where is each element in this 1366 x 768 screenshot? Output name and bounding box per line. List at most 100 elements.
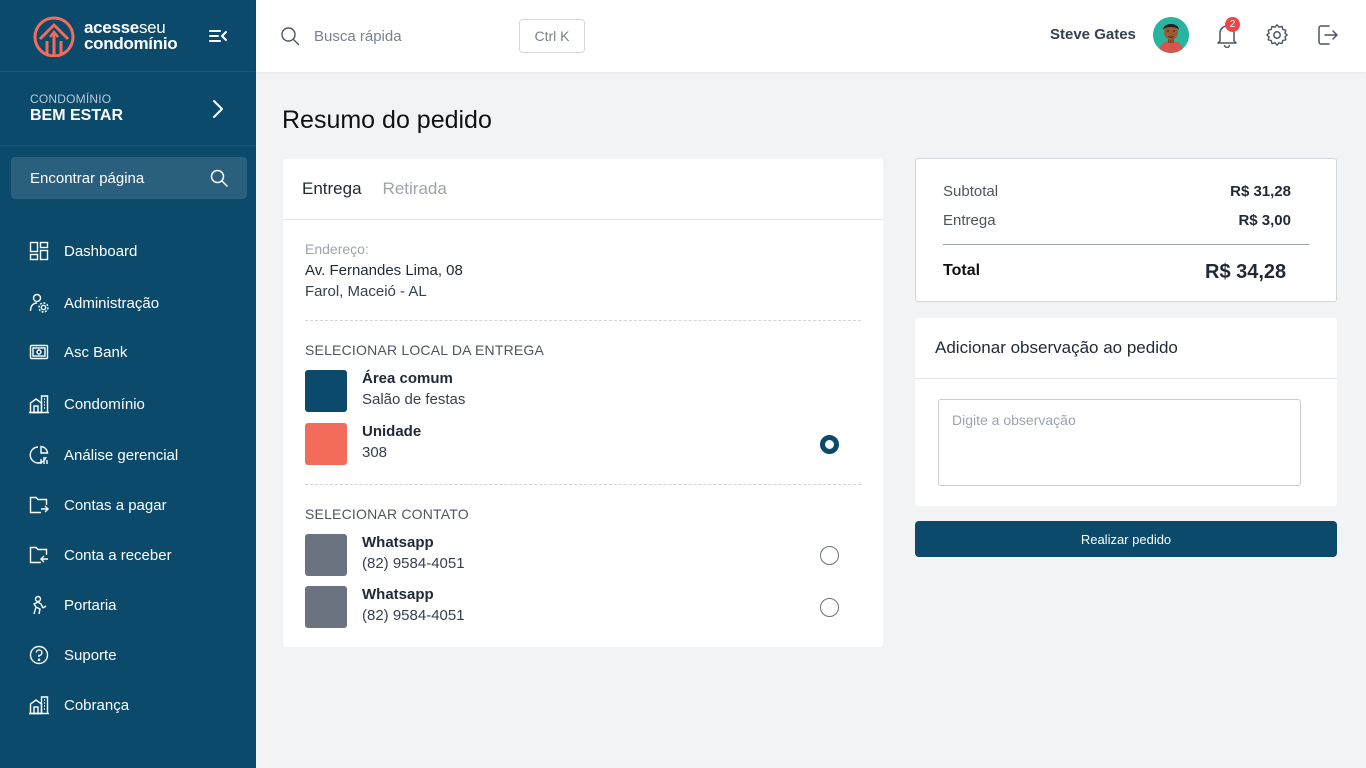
- observation-card: Adicionar observação ao pedido: [915, 318, 1337, 506]
- user-avatar-icon: [1153, 17, 1189, 53]
- option-subtitle: (82) 9584-4051: [362, 555, 465, 572]
- collapse-menu-icon[interactable]: [208, 26, 228, 46]
- sidebar: acesseseu condomínio CONDOMÍNIO BEM ESTA…: [0, 0, 256, 768]
- delivery-option-area-comum[interactable]: Área comum Salão de festas: [305, 370, 861, 412]
- avatar[interactable]: [1153, 17, 1189, 53]
- address-line1: Av. Fernandes Lima, 08: [305, 262, 463, 279]
- contact-option-whatsapp-1[interactable]: Whatsapp (82) 9584-4051: [305, 534, 861, 576]
- admin-gear-icon: [29, 293, 49, 313]
- option-subtitle: 308: [362, 444, 388, 461]
- subtotal-value: R$ 31,28: [1230, 183, 1291, 200]
- delivery-fee-row: Entrega R$ 3,00: [943, 212, 1291, 229]
- nav-label: Suporte: [64, 646, 117, 664]
- condo-selector[interactable]: CONDOMÍNIO BEM ESTAR: [0, 72, 256, 146]
- observation-textarea[interactable]: [938, 399, 1301, 486]
- divider: [305, 320, 861, 321]
- radio-unidade[interactable]: [820, 435, 839, 454]
- folder-out-icon: [29, 496, 49, 514]
- subtotal-label: Subtotal: [943, 183, 999, 200]
- quick-search-input[interactable]: [314, 22, 514, 50]
- delivery-location-heading: SELECIONAR LOCAL DA ENTREGA: [305, 342, 545, 358]
- find-page-label: Encontrar página: [30, 169, 145, 187]
- divider: [305, 484, 861, 485]
- delivery-fee-label: Entrega: [943, 212, 996, 229]
- page-title: Resumo do pedido: [282, 106, 492, 134]
- contact-heading: SELECIONAR CONTATO: [305, 506, 469, 522]
- nav-label: Dashboard: [64, 242, 138, 260]
- divider: [943, 244, 1309, 245]
- billing-building-icon: [29, 696, 49, 715]
- sidebar-nav: Dashboard Administração Asc Bank Condomí…: [0, 226, 256, 734]
- option-title: Whatsapp: [362, 586, 434, 603]
- nav-item-administracao[interactable]: Administração: [0, 276, 256, 330]
- option-title: Unidade: [362, 423, 422, 440]
- nav-item-suporte[interactable]: Suporte: [0, 634, 256, 676]
- total-value: R$ 34,28: [1205, 261, 1287, 283]
- option-title: Whatsapp: [362, 534, 434, 551]
- condo-info: CONDOMÍNIO BEM ESTAR: [30, 92, 123, 125]
- nav-item-cobranca[interactable]: Cobrança: [0, 676, 256, 734]
- option-color-swatch: [305, 370, 347, 412]
- radio-contact-1[interactable]: [820, 546, 839, 565]
- chevron-right-icon: [213, 99, 223, 118]
- address-caption: Endereço:: [305, 241, 369, 257]
- nav-item-asc-bank[interactable]: Asc Bank: [0, 330, 256, 374]
- nav-item-portaria[interactable]: Portaria: [0, 576, 256, 634]
- nav-label: Cobrança: [64, 696, 130, 714]
- nav-label: Asc Bank: [64, 343, 128, 361]
- keyboard-shortcut-hint: Ctrl K: [519, 19, 585, 53]
- option-color-swatch: [305, 423, 347, 465]
- nav-item-analise-gerencial[interactable]: Análise gerencial: [0, 434, 256, 476]
- topbar: Ctrl K Steve Gates 2: [256, 0, 1366, 72]
- option-color-swatch: [305, 534, 347, 576]
- analytics-icon: [29, 445, 49, 464]
- nav-label: Portaria: [64, 596, 117, 614]
- option-title: Área comum: [362, 370, 453, 387]
- house-logo-icon: [33, 16, 75, 57]
- option-subtitle: Salão de festas: [362, 391, 466, 408]
- brand-line2: condomínio: [84, 33, 178, 53]
- help-icon: [29, 645, 49, 665]
- gear-icon[interactable]: [1265, 23, 1289, 47]
- subtotal-row: Subtotal R$ 31,28: [943, 183, 1291, 200]
- tab-entrega[interactable]: Entrega: [302, 179, 362, 199]
- dashboard-icon: [29, 241, 49, 261]
- tab-retirada[interactable]: Retirada: [383, 179, 447, 199]
- nav-label: Administração: [64, 294, 160, 312]
- notification-badge: 2: [1225, 17, 1240, 32]
- condo-name: BEM ESTAR: [30, 107, 124, 124]
- total-label: Total: [943, 262, 981, 279]
- nav-label: Contas a pagar: [64, 496, 167, 514]
- order-details-card: Entrega Retirada Endereço: Av. Fernandes…: [283, 159, 883, 647]
- nav-item-dashboard[interactable]: Dashboard: [0, 226, 256, 276]
- option-color-swatch: [305, 586, 347, 628]
- nav-item-condominio[interactable]: Condomínio: [0, 374, 256, 434]
- building-icon: [29, 395, 49, 414]
- nav-label: Condomínio: [64, 395, 145, 413]
- place-order-button[interactable]: Realizar pedido: [915, 521, 1337, 557]
- address-line2: Farol, Maceió - AL: [305, 283, 427, 300]
- observation-title: Adicionar observação ao pedido: [915, 318, 1337, 379]
- contact-option-whatsapp-2[interactable]: Whatsapp (82) 9584-4051: [305, 586, 861, 628]
- nav-item-conta-a-receber[interactable]: Conta a receber: [0, 534, 256, 576]
- logout-icon[interactable]: [1316, 23, 1340, 47]
- nav-item-contas-a-pagar[interactable]: Contas a pagar: [0, 476, 256, 534]
- radio-contact-2[interactable]: [820, 598, 839, 617]
- doorman-icon: [32, 595, 47, 615]
- sidebar-header: acesseseu condomínio: [0, 0, 256, 72]
- option-subtitle: (82) 9584-4051: [362, 607, 465, 624]
- search-icon: [281, 27, 300, 46]
- brand-name: acesseseu condomínio: [84, 19, 178, 53]
- condo-caption: CONDOMÍNIO: [30, 92, 112, 106]
- brand-logo[interactable]: acesseseu condomínio: [30, 15, 178, 57]
- delivery-option-unidade[interactable]: Unidade 308: [305, 423, 861, 465]
- find-page-search[interactable]: Encontrar página: [11, 157, 247, 199]
- folder-in-icon: [29, 546, 48, 564]
- user-name: Steve Gates: [1050, 26, 1136, 43]
- nav-label: Conta a receber: [64, 546, 172, 564]
- bank-icon: [29, 344, 49, 360]
- nav-label: Análise gerencial: [64, 446, 179, 464]
- order-summary-card: Subtotal R$ 31,28 Entrega R$ 3,00 Total …: [915, 158, 1337, 302]
- delivery-tabs: Entrega Retirada: [283, 159, 883, 220]
- delivery-fee-value: R$ 3,00: [1238, 212, 1291, 229]
